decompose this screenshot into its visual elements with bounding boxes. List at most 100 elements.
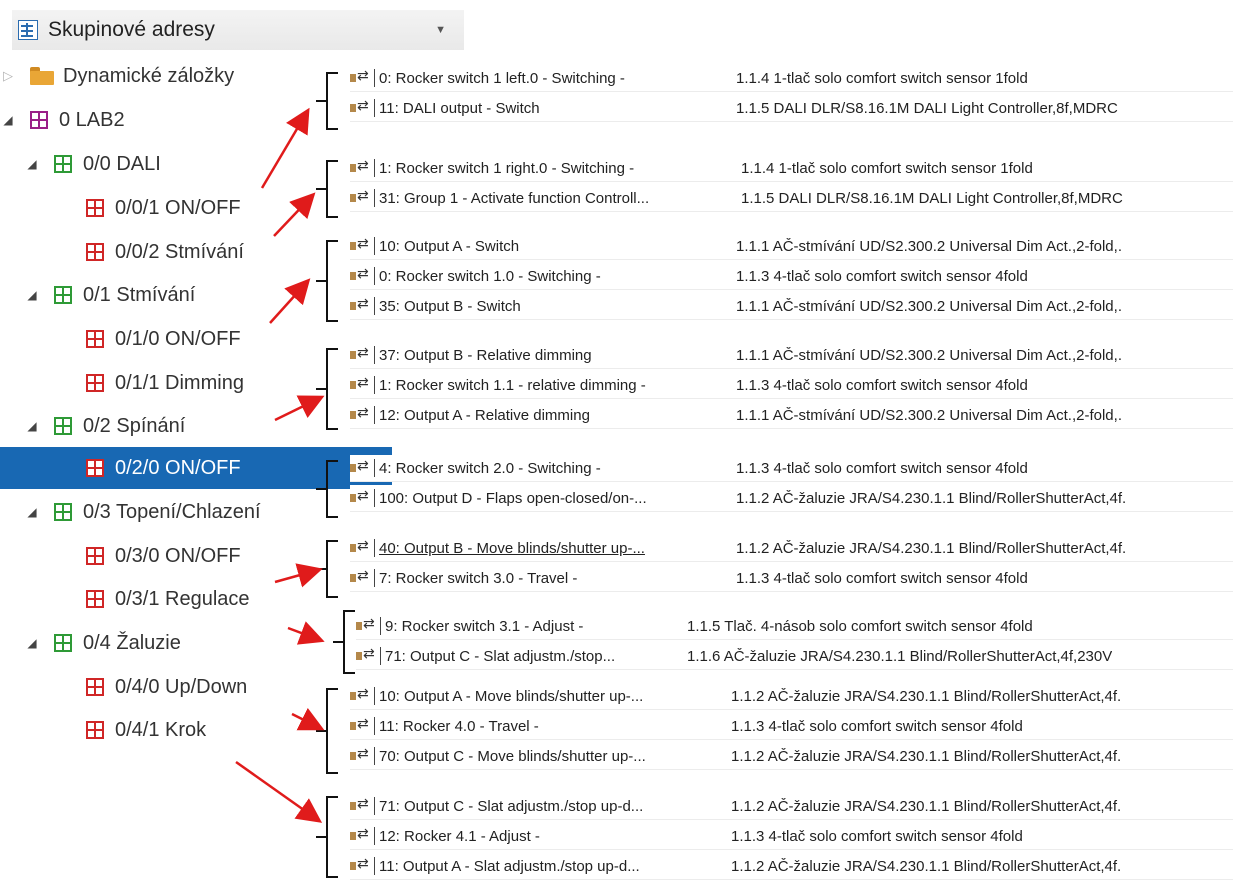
group-address-icon: [54, 634, 72, 652]
table-row[interactable]: 11: Output A - Slat adjustm./stop up-d..…: [350, 853, 1233, 880]
tree-item[interactable]: 0/3/1 Regulace: [0, 578, 250, 620]
expand-toggle-icon[interactable]: ▷: [0, 68, 16, 84]
tree-item[interactable]: 0/3/0 ON/OFF: [0, 535, 241, 577]
group-bracket: [316, 688, 338, 774]
group-bracket: [316, 240, 338, 322]
table-row[interactable]: 11: Rocker 4.0 - Travel - 1.1.3 4-tlač so…: [350, 713, 1233, 740]
column-divider: [380, 647, 381, 665]
table-row[interactable]: 0: Rocker switch 1 left.0 - Switching - 1…: [350, 65, 1233, 92]
device-cell: 1.1.4 1-tlač solo comfort switch sensor …: [736, 69, 1028, 87]
table-row[interactable]: 1: Rocker switch 1 right.0 - Switching -…: [350, 155, 1233, 182]
object-name-cell: 10: Output A - Switch: [379, 237, 520, 255]
table-row[interactable]: 1: Rocker switch 1.1 - relative dimming …: [350, 372, 1233, 399]
table-row[interactable]: 12: Rocker 4.1 - Adjust - 1.1.3 4-tlač so…: [350, 823, 1233, 850]
group-bracket: [316, 796, 338, 878]
column-divider: [374, 489, 375, 507]
column-divider: [374, 159, 375, 177]
tree-item-label: 0/3/1 Regulace: [115, 587, 250, 610]
folder-icon: [30, 67, 54, 85]
communication-object-icon: [350, 404, 370, 423]
communication-object-icon: [350, 265, 370, 284]
table-row[interactable]: 71: Output C - Slat adjustm./stop up-d..…: [350, 793, 1233, 820]
tree-item[interactable]: 0/4/1 Krok: [0, 709, 206, 751]
expand-toggle-icon[interactable]: ◢: [24, 288, 40, 302]
tree-item-label: 0/4/0 Up/Down: [115, 675, 248, 698]
column-divider: [374, 99, 375, 117]
expand-toggle-icon[interactable]: ◢: [0, 113, 16, 127]
table-row[interactable]: 0: Rocker switch 1.0 - Switching - 1.1.3 …: [350, 263, 1233, 290]
tree-item[interactable]: ◢ 0 LAB2: [0, 99, 124, 141]
column-divider: [374, 406, 375, 424]
group-address-icon: [54, 503, 72, 521]
communication-object-icon: [350, 487, 370, 506]
expand-toggle-icon[interactable]: ◢: [24, 157, 40, 171]
group-address-icon: [86, 459, 104, 477]
object-name-cell: 37: Output B - Relative dimming: [379, 346, 592, 364]
communication-object-icon: [350, 567, 370, 586]
group-address-icon: [54, 417, 72, 435]
communication-object-icon: [350, 295, 370, 314]
object-name-cell: 40: Output B - Move blinds/shutter up-..…: [379, 539, 645, 557]
device-cell: 1.1.3 4-tlač solo comfort switch sensor …: [736, 459, 1028, 477]
table-row[interactable]: 9: Rocker switch 3.1 - Adjust - 1.1.5 Tla…: [356, 613, 1233, 640]
table-row[interactable]: 4: Rocker switch 2.0 - Switching - 1.1.3 …: [350, 455, 1233, 482]
table-row[interactable]: 10: Output A - Switch 1.1.1 AČ-stmívání U…: [350, 233, 1233, 260]
table-row[interactable]: 31: Group 1 - Activate function Controll…: [350, 185, 1233, 212]
object-name-cell: 12: Rocker 4.1 - Adjust -: [379, 827, 540, 845]
tree-item[interactable]: ◢ 0/0 DALI: [0, 143, 160, 185]
communication-object-icon: [356, 645, 376, 664]
table-row[interactable]: 7: Rocker switch 3.0 - Travel - 1.1.3 4-t…: [350, 565, 1233, 592]
tree-item[interactable]: 0/0/2 Stmívání: [0, 231, 244, 273]
table-row[interactable]: 40: Output B - Move blinds/shutter up-..…: [350, 535, 1233, 562]
object-name-cell: 35: Output B - Switch: [379, 297, 521, 315]
annotation-arrow: [291, 707, 325, 731]
group-address-icon: [30, 111, 48, 129]
group-bracket: [316, 460, 338, 518]
tree-item[interactable]: ◢ 0/3 Topení/Chlazení: [0, 491, 261, 533]
expand-toggle-icon[interactable]: ◢: [24, 505, 40, 519]
table-row[interactable]: 70: Output C - Move blinds/shutter up-..…: [350, 743, 1233, 770]
group-address-dropdown[interactable]: Skupinové adresy ▼: [12, 10, 464, 50]
tree-item[interactable]: ◢ 0/4 Žaluzie: [0, 622, 180, 664]
communication-object-icon: [356, 615, 376, 634]
expand-toggle-icon[interactable]: ◢: [24, 636, 40, 650]
object-name-cell: 7: Rocker switch 3.0 - Travel -: [379, 569, 578, 587]
object-name-cell: 9: Rocker switch 3.1 - Adjust -: [385, 617, 584, 635]
tree-item[interactable]: ◢ 0/1 Stmívání: [0, 274, 195, 316]
object-name-cell: 10: Output A - Move blinds/shutter up-..…: [379, 687, 644, 705]
group-bracket: [316, 72, 338, 130]
table-row[interactable]: 100: Output D - Flaps open-closed/on-...…: [350, 485, 1233, 512]
group-address-icon: [86, 243, 104, 261]
tree-item[interactable]: 0/0/1 ON/OFF: [0, 187, 241, 229]
column-divider: [374, 797, 375, 815]
tree-item-label: 0/1/1 Dimming: [115, 371, 244, 394]
tree-item[interactable]: 0/1/1 Dimming: [0, 362, 244, 404]
object-name-cell: 1: Rocker switch 1 right.0 - Switching -: [379, 159, 635, 177]
table-row[interactable]: 35: Output B - Switch 1.1.1 AČ-stmívání U…: [350, 293, 1233, 320]
column-divider: [374, 747, 375, 765]
communication-object-icon: [350, 537, 370, 556]
device-cell: 1.1.4 1-tlač solo comfort switch sensor …: [741, 159, 1033, 177]
tree-item-label: 0/3 Topení/Chlazení: [83, 500, 261, 523]
column-divider: [374, 717, 375, 735]
tree-item[interactable]: ▷ Dynamické záložky: [0, 55, 234, 97]
tree-item[interactable]: 0/1/0 ON/OFF: [0, 318, 241, 360]
column-divider: [374, 69, 375, 87]
expand-toggle-icon[interactable]: ◢: [24, 419, 40, 433]
annotation-arrow: [260, 107, 310, 189]
annotation-arrow: [274, 395, 325, 422]
group-bracket: [316, 540, 338, 598]
table-row[interactable]: 10: Output A - Move blinds/shutter up-..…: [350, 683, 1233, 710]
column-divider: [380, 617, 381, 635]
annotation-arrow: [273, 192, 316, 237]
tree-item[interactable]: ◢ 0/2 Spínání: [0, 405, 185, 447]
device-cell: 1.1.2 AČ-žaluzie JRA/S4.230.1.1 Blind/Ro…: [736, 489, 1127, 507]
table-row[interactable]: 11: DALI output - Switch 1.1.5 DALI DLR/S…: [350, 95, 1233, 122]
group-address-icon: [86, 199, 104, 217]
chevron-down-icon[interactable]: ▼: [435, 24, 446, 36]
table-row[interactable]: 71: Output C - Slat adjustm./stop... 1.1.…: [356, 643, 1233, 670]
table-row[interactable]: 12: Output A - Relative dimming 1.1.1 AČ-…: [350, 402, 1233, 429]
tree-item[interactable]: 0/4/0 Up/Down: [0, 666, 247, 708]
device-cell: 1.1.2 AČ-žaluzie JRA/S4.230.1.1 Blind/Ro…: [731, 857, 1122, 875]
table-row[interactable]: 37: Output B - Relative dimming 1.1.1 AČ-…: [350, 342, 1233, 369]
